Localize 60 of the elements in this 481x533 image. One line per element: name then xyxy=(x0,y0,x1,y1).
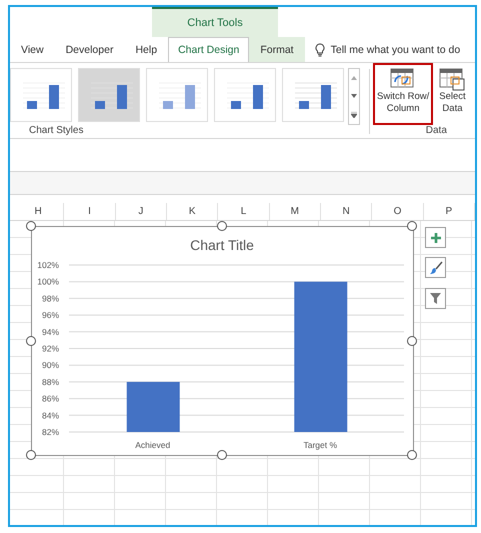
context-tab-header: Chart Tools xyxy=(152,7,278,37)
resize-handle[interactable] xyxy=(217,450,227,460)
resize-handle[interactable] xyxy=(407,450,417,460)
group-label: Chart Styles xyxy=(28,125,84,138)
axis-label: 96% xyxy=(42,310,59,320)
axis-label: 86% xyxy=(42,394,59,404)
column-header[interactable]: L xyxy=(218,203,270,220)
chart-style-thumbnail[interactable] xyxy=(214,68,276,122)
column-header[interactable]: M xyxy=(270,203,321,220)
ribbon-button[interactable]: Select Data xyxy=(435,63,470,125)
column-header[interactable]: J xyxy=(116,203,167,220)
chart-area[interactable]: Chart Title 82% 84% 86% 88% 90% 92% 94% 96% 98% 100% 102% Achieved Target % xyxy=(31,226,414,456)
resize-handle[interactable] xyxy=(26,221,36,231)
axis-label: 102% xyxy=(37,260,59,270)
axis-label: 88% xyxy=(42,376,59,387)
filter-button[interactable] xyxy=(425,288,446,309)
filter-icon xyxy=(429,292,442,305)
tell-me-search[interactable]: Tell me what you want to do xyxy=(330,44,460,56)
button-label-line: Select xyxy=(439,91,466,103)
ribbon-tab[interactable]: Format xyxy=(249,37,305,62)
axis-label: 98% xyxy=(42,293,59,304)
column-header[interactable]: K xyxy=(166,203,218,220)
axis-label: Achieved xyxy=(135,440,170,450)
chart-title: Chart Title xyxy=(190,237,254,253)
table-chart-icon xyxy=(439,67,466,91)
column-header[interactable]: N xyxy=(320,203,372,220)
chart-style-thumbnail[interactable] xyxy=(78,68,140,122)
column-header[interactable]: O xyxy=(372,203,424,220)
column-header[interactable]: I xyxy=(64,203,116,220)
axis-label: 82% xyxy=(42,427,59,437)
chart-styles-button[interactable] xyxy=(425,257,446,278)
chart-style-thumbnail[interactable] xyxy=(282,68,344,122)
paintbrush-icon xyxy=(428,260,442,274)
axis-label: Target % xyxy=(303,440,338,450)
button-label-line: Column xyxy=(386,103,420,115)
axis-label: 90% xyxy=(42,360,59,370)
chart-style-thumbnail[interactable] xyxy=(146,68,208,122)
scroll-down-icon[interactable] xyxy=(351,94,357,98)
axis-label: 84% xyxy=(42,410,59,420)
resize-handle[interactable] xyxy=(217,221,227,231)
group-label: Data xyxy=(424,125,447,138)
axis-label: 100% xyxy=(37,276,59,287)
axis-label: 92% xyxy=(42,344,59,354)
column-header[interactable]: H xyxy=(13,203,64,220)
chart-bar xyxy=(126,382,180,432)
ribbon-tab[interactable]: Chart Design xyxy=(168,37,250,62)
lightbulb-icon[interactable] xyxy=(314,42,325,56)
add-element-button[interactable] xyxy=(425,227,446,248)
resize-handle[interactable] xyxy=(407,221,417,231)
more-icon[interactable] xyxy=(351,112,357,118)
axis-label: 94% xyxy=(42,326,59,337)
button-label-line: Switch Row/ xyxy=(377,91,430,103)
ribbon-button[interactable]: Switch Row/ Column xyxy=(373,63,434,125)
column-header[interactable]: P xyxy=(424,203,475,220)
button-label-line: Data xyxy=(442,103,462,115)
resize-handle[interactable] xyxy=(407,336,417,346)
resize-handle[interactable] xyxy=(26,336,36,346)
chart-style-thumbnail[interactable] xyxy=(10,68,72,122)
plus-icon xyxy=(430,232,442,244)
resize-handle[interactable] xyxy=(26,450,36,460)
